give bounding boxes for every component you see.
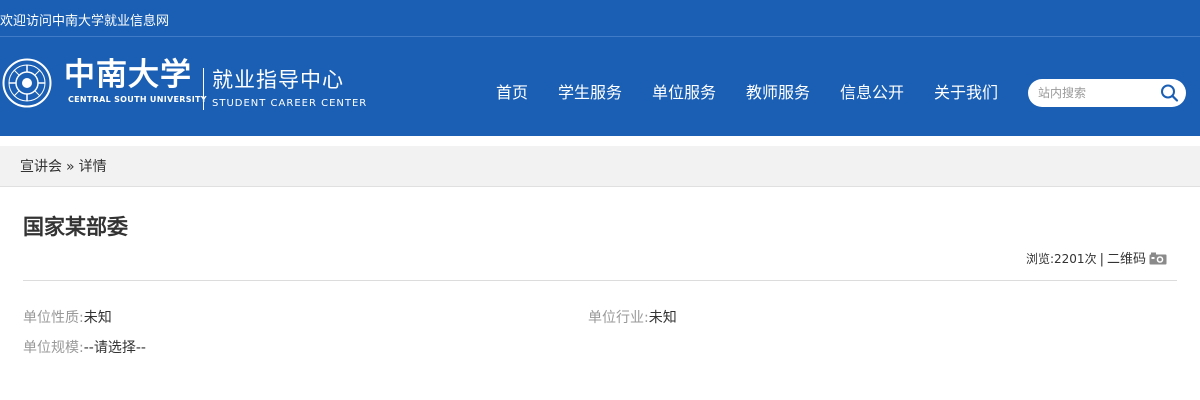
title-divider (23, 280, 1177, 281)
nav-employer-services[interactable]: 单位服务 (652, 82, 716, 104)
qrcode-label: 二维码 (1106, 252, 1146, 267)
center-name-cn: 就业指导中心 (212, 68, 344, 92)
employer-scale-field: 单位规模:--请选择-- (23, 339, 146, 357)
search-input[interactable] (1038, 83, 1158, 103)
article-meta: 浏览:2201次 | 二维码 (1026, 250, 1167, 269)
university-name-en: CENTRAL SOUTH UNIVERSITY (68, 95, 207, 104)
university-emblem-icon (2, 58, 52, 108)
search-icon (1161, 84, 1179, 102)
breadcrumb: 宣讲会» 详情 (20, 158, 107, 176)
views-count: 2201 (1054, 252, 1085, 266)
center-name-en: STUDENT CAREER CENTER (212, 98, 368, 109)
nav-teacher-services[interactable]: 教师服务 (746, 82, 810, 104)
employer-industry-value: 未知 (648, 310, 677, 326)
employer-scale-value: --请选择-- (83, 340, 146, 356)
breadcrumb-separator: » (66, 159, 75, 175)
employer-nature-value: 未知 (83, 310, 112, 326)
employer-industry-field: 单位行业:未知 (588, 309, 677, 327)
nav-home[interactable]: 首页 (496, 82, 528, 104)
welcome-text: 欢迎访问中南大学就业信息网 (0, 14, 170, 29)
logo-divider (203, 68, 204, 110)
meta-separator: | (1099, 252, 1104, 267)
breadcrumb-section-link[interactable]: 宣讲会 (20, 159, 62, 175)
employer-nature-field: 单位性质:未知 (23, 309, 112, 327)
qrcode-link[interactable]: 二维码 (1107, 252, 1167, 267)
nav-about-us[interactable]: 关于我们 (934, 82, 998, 104)
university-name-cn: 中南大学 (64, 57, 192, 93)
breadcrumb-current: 详情 (78, 159, 107, 175)
nav-student-services[interactable]: 学生服务 (558, 82, 622, 104)
views-unit: 次 (1084, 252, 1097, 266)
camera-icon (1149, 252, 1167, 265)
site-search (1028, 79, 1186, 107)
search-button[interactable] (1159, 83, 1181, 103)
employer-industry-label: 单位行业: (588, 310, 649, 326)
employer-scale-label: 单位规模: (23, 340, 84, 356)
top-bar: 欢迎访问中南大学就业信息网 (0, 0, 1200, 37)
nav-information-disclosure[interactable]: 信息公开 (840, 82, 904, 104)
page-title: 国家某部委 (23, 215, 128, 239)
site-header: 中南大学 CENTRAL SOUTH UNIVERSITY 就业指导中心 STU… (0, 37, 1200, 136)
views-label: 浏览: (1025, 252, 1055, 266)
breadcrumb-bar: 宣讲会» 详情 (0, 146, 1200, 187)
employer-nature-label: 单位性质: (23, 310, 84, 326)
